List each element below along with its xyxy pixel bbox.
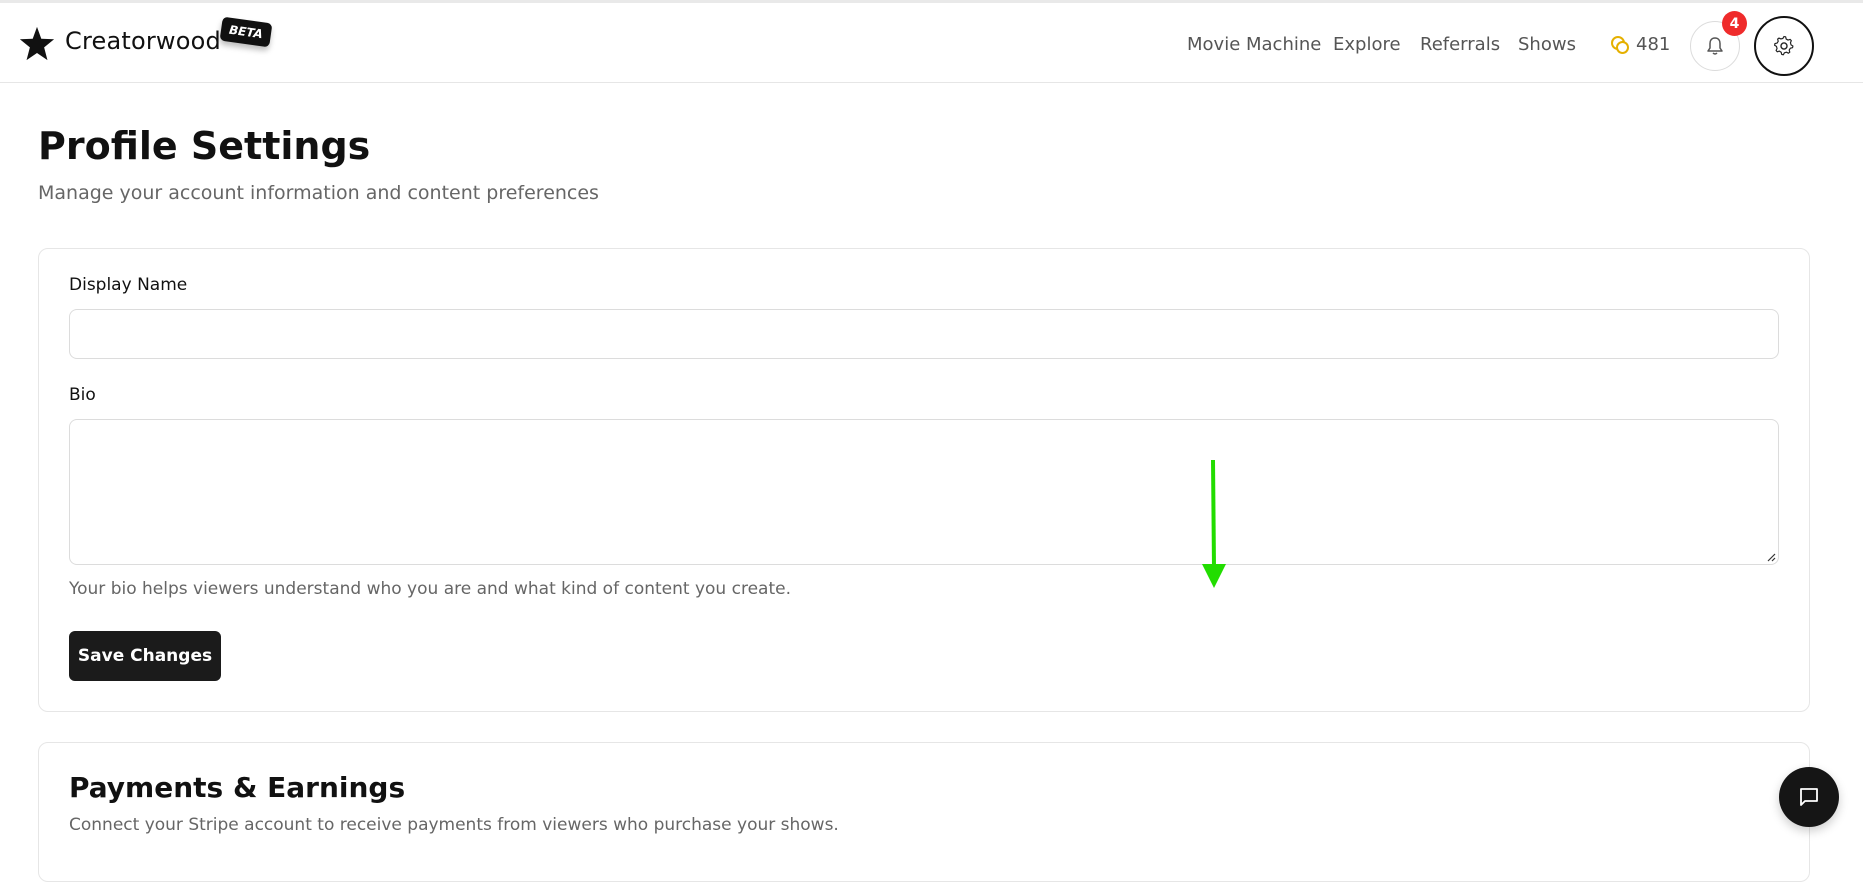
bell-icon <box>1707 37 1723 55</box>
notification-count-badge: 4 <box>1722 11 1747 36</box>
payments-title: Payments & Earnings <box>69 771 406 804</box>
annotation-arrow-icon <box>1202 459 1226 588</box>
brand-name[interactable]: Creatorwood <box>65 27 221 55</box>
profile-card: Display Name Bio Your bio helps viewers … <box>38 248 1810 712</box>
page-subtitle: Manage your account information and cont… <box>38 182 599 204</box>
gear-icon <box>1774 35 1794 56</box>
bio-label: Bio <box>69 385 96 405</box>
nav-movie-machine[interactable]: Movie Machine <box>1187 34 1321 55</box>
payments-card: Payments & Earnings Connect your Stripe … <box>38 742 1810 882</box>
credits-count: 481 <box>1636 34 1671 55</box>
beta-badge: BETA <box>219 16 273 48</box>
star-icon[interactable] <box>18 25 56 63</box>
display-name-label: Display Name <box>69 275 188 295</box>
coins-icon <box>1611 35 1629 54</box>
chat-button[interactable] <box>1779 767 1839 827</box>
display-name-field[interactable] <box>69 309 1779 359</box>
page-title: Profile Settings <box>38 124 371 168</box>
chat-icon <box>1800 788 1818 806</box>
nav-shows[interactable]: Shows <box>1518 34 1576 55</box>
settings-button[interactable] <box>1754 16 1814 76</box>
bio-help-text: Your bio helps viewers understand who yo… <box>69 579 791 599</box>
resize-handle-icon[interactable] <box>1766 552 1776 562</box>
nav-explore[interactable]: Explore <box>1333 34 1401 55</box>
bio-field[interactable] <box>69 419 1779 565</box>
payments-subtitle: Connect your Stripe account to receive p… <box>69 815 839 835</box>
top-header: Creatorwood BETA Movie Machine Explore R… <box>0 3 1863 83</box>
nav-referrals[interactable]: Referrals <box>1420 34 1500 55</box>
save-changes-button[interactable]: Save Changes <box>69 631 221 681</box>
credits-balance[interactable]: 481 <box>1610 34 1670 55</box>
